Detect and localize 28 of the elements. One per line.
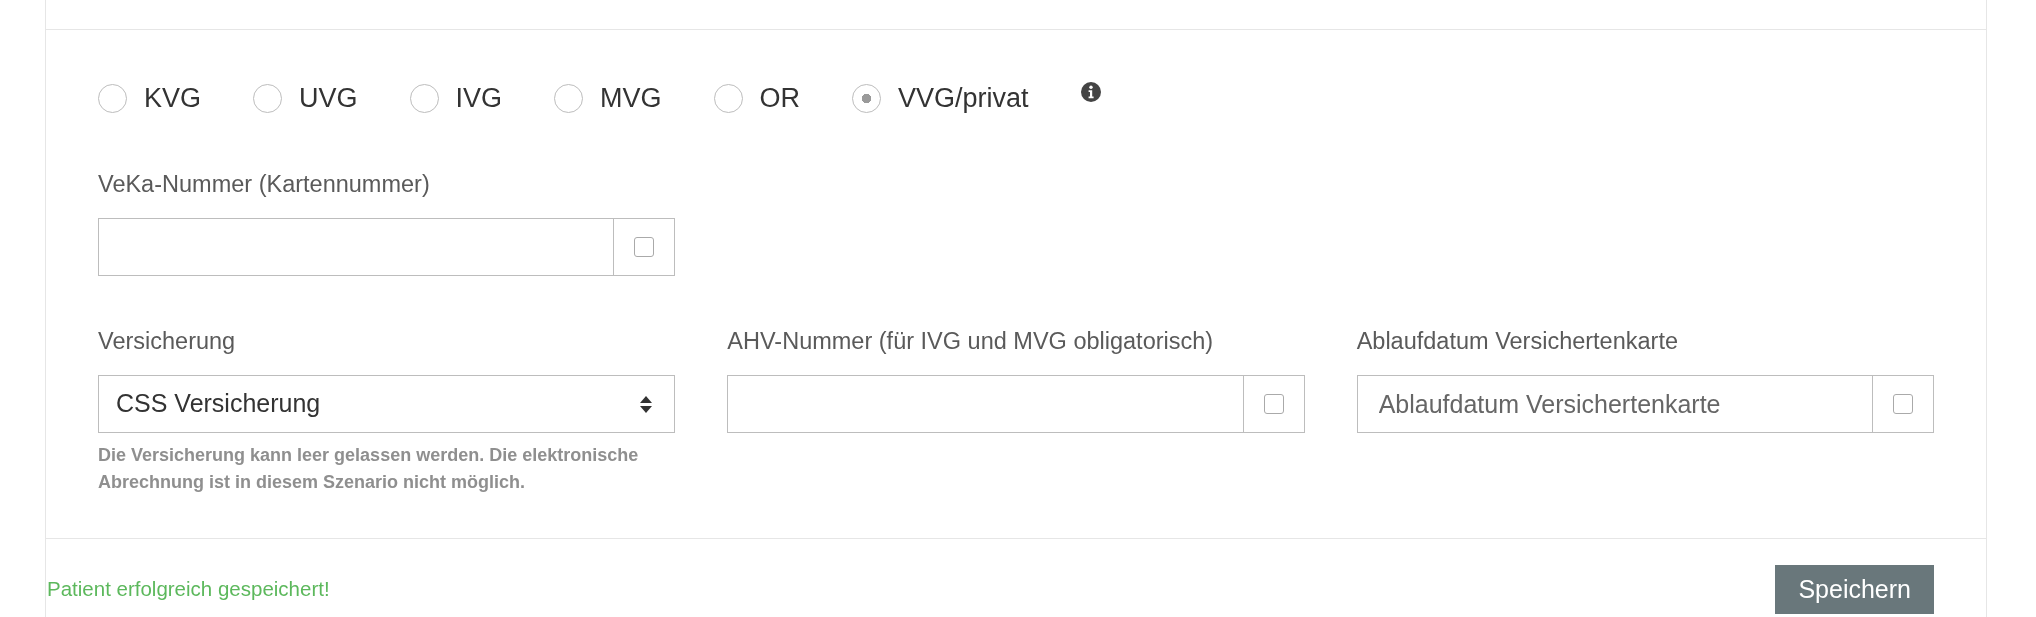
radio-button[interactable]: [852, 83, 882, 113]
radio-label[interactable]: OR: [759, 82, 801, 114]
radio-button[interactable]: [253, 83, 283, 113]
radio-label[interactable]: MVG: [600, 82, 662, 114]
checkbox[interactable]: [634, 237, 655, 257]
updown-caret-icon: [640, 395, 653, 413]
radio-label[interactable]: IVG: [455, 82, 503, 114]
radio-button[interactable]: [713, 83, 743, 113]
radio-button[interactable]: [98, 83, 127, 113]
radio-button[interactable]: [409, 83, 439, 113]
info-icon: [1080, 82, 1101, 102]
field-label: AHV-Nummer (für IVG und MVG obligatorisch): [727, 327, 1215, 356]
text-field[interactable]: [727, 375, 1244, 433]
help-text: Die Versicherung kann leer gelassen werden. Die elektronische Abrechnung ist in diesem Szenario nicht möglich.: [98, 444, 640, 494]
select-field[interactable]: CSS Versicherung: [98, 375, 676, 433]
field-label: Ablaufdatum Versichertenkarte: [1356, 327, 1679, 356]
field-label: VeKa-Nummer (Kartennummer): [98, 170, 431, 199]
success-message: Patient erfolgreich gespeichert!: [47, 576, 330, 603]
save-button[interactable]: Speichern: [1775, 565, 1934, 614]
radio-label[interactable]: VVG/privat: [898, 82, 1029, 114]
checkbox[interactable]: [1893, 394, 1913, 414]
text-field[interactable]: [98, 218, 615, 276]
radio-label[interactable]: UVG: [299, 82, 358, 114]
checkbox[interactable]: [1263, 394, 1284, 414]
radio-label[interactable]: KVG: [144, 82, 202, 114]
radio-button[interactable]: [554, 83, 584, 113]
field-label: Versicherung: [98, 327, 237, 356]
text-field[interactable]: Ablaufdatum Versichertenkarte: [1356, 375, 1873, 433]
